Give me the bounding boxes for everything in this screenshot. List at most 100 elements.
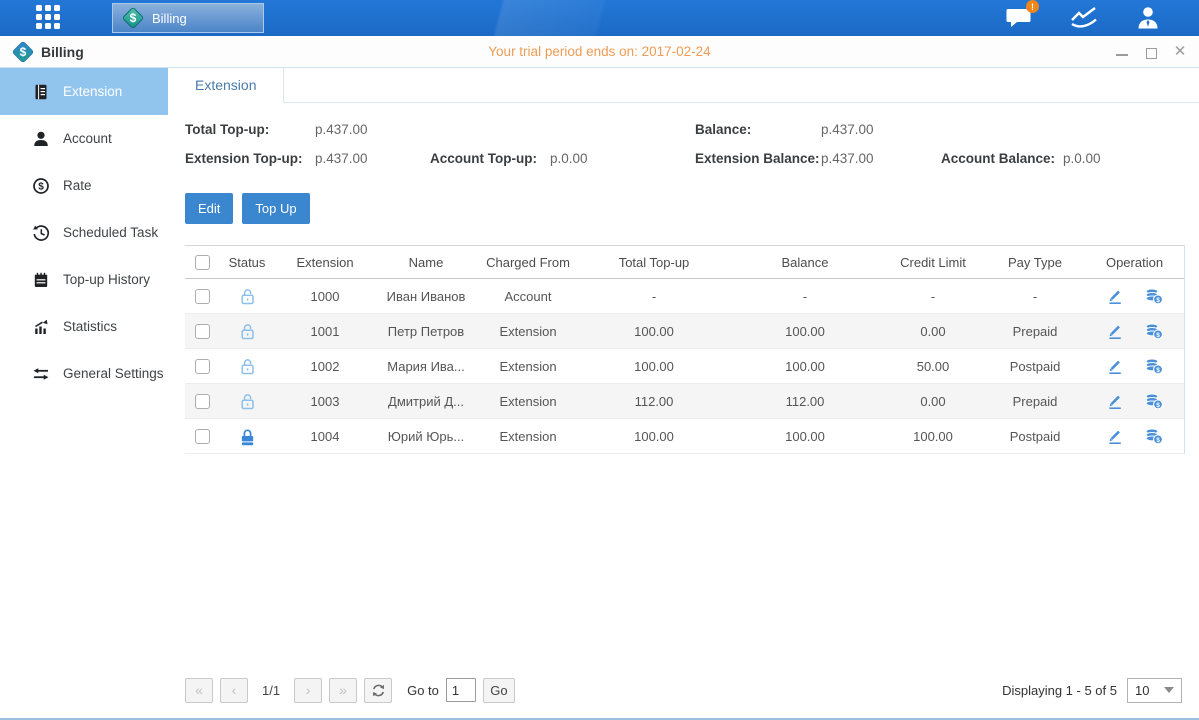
sidebar-item-statistics[interactable]: Statistics xyxy=(0,303,168,350)
top-up-row-icon[interactable]: $ xyxy=(1144,322,1163,340)
top-up-row-icon[interactable]: $ xyxy=(1144,357,1163,375)
cell-extension: 1004 xyxy=(275,419,375,454)
cell-name: Мария Ива... xyxy=(375,349,477,384)
line-chart-icon xyxy=(1069,5,1099,31)
goto-page-input[interactable] xyxy=(446,678,476,702)
person-icon xyxy=(1135,5,1161,31)
cell-charged-from: Account xyxy=(477,279,579,314)
svg-text:$: $ xyxy=(38,181,44,192)
account-balance-value: p.0.00 xyxy=(1063,151,1199,166)
next-page-button[interactable]: › xyxy=(294,678,322,703)
cell-credit-limit: 0.00 xyxy=(881,384,985,419)
billing-summary: Total Top-up: p.437.00 Balance: p.437.00… xyxy=(185,122,1199,166)
cell-charged-from: Extension xyxy=(477,349,579,384)
row-checkbox[interactable] xyxy=(195,394,210,409)
sidebar-item-label: Statistics xyxy=(63,319,117,334)
sidebar-item-scheduled-task[interactable]: Scheduled Task xyxy=(0,209,168,256)
extension-table: Status Extension Name Charged From Total… xyxy=(185,245,1185,454)
topup-history-icon xyxy=(32,271,50,289)
cell-extension: 1001 xyxy=(275,314,375,349)
table-row[interactable]: 1004 Юрий Юрь... Extension 100.00 100.00… xyxy=(185,419,1184,454)
main-panel: Extension Total Top-up: p.437.00 Balance… xyxy=(168,68,1199,718)
statistics-icon xyxy=(32,318,50,336)
maximize-button[interactable] xyxy=(1144,45,1158,59)
table-row[interactable]: 1001 Петр Петров Extension 100.00 100.00… xyxy=(185,314,1184,349)
extension-balance-label: Extension Balance: xyxy=(695,151,821,166)
page-size-select[interactable]: 10 xyxy=(1127,678,1182,703)
select-all-checkbox[interactable] xyxy=(195,255,210,270)
notification-badge: ! xyxy=(1026,0,1039,13)
top-up-row-icon[interactable]: $ xyxy=(1144,392,1163,410)
refresh-icon xyxy=(371,683,386,698)
row-checkbox[interactable] xyxy=(195,429,210,444)
minimize-button[interactable] xyxy=(1115,45,1129,59)
top-up-button[interactable]: Top Up xyxy=(242,193,309,224)
account-icon xyxy=(32,130,50,148)
edit-row-icon[interactable] xyxy=(1106,392,1124,410)
col-credit-limit: Credit Limit xyxy=(881,246,985,279)
cell-balance: 100.00 xyxy=(729,349,881,384)
cell-pay-type: Postpaid xyxy=(985,349,1085,384)
sidebar-item-label: Scheduled Task xyxy=(63,225,158,240)
col-status: Status xyxy=(219,246,275,279)
pagination-bar: « ‹ 1/1 › » Go to Go Displaying xyxy=(168,672,1199,718)
last-page-button[interactable]: » xyxy=(329,678,357,703)
total-topup-value: p.437.00 xyxy=(315,122,430,137)
balance-label: Balance: xyxy=(695,122,821,137)
cell-balance: - xyxy=(729,279,881,314)
go-button[interactable]: Go xyxy=(483,678,515,703)
col-name: Name xyxy=(375,246,477,279)
lock-open-icon xyxy=(239,322,256,341)
top-up-row-icon[interactable]: $ xyxy=(1144,287,1163,305)
row-checkbox[interactable] xyxy=(195,289,210,304)
cell-credit-limit: 100.00 xyxy=(881,419,985,454)
cell-pay-type: Prepaid xyxy=(985,384,1085,419)
first-page-button[interactable]: « xyxy=(185,678,213,703)
prev-page-button[interactable]: ‹ xyxy=(220,678,248,703)
cell-credit-limit: - xyxy=(881,279,985,314)
sidebar-item-extension[interactable]: Extension xyxy=(0,68,168,115)
balance-value: p.437.00 xyxy=(821,122,941,137)
cell-total-topup: 112.00 xyxy=(579,384,729,419)
top-up-row-icon[interactable]: $ xyxy=(1144,427,1163,445)
table-row[interactable]: 1003 Дмитрий Д... Extension 112.00 112.0… xyxy=(185,384,1184,419)
col-charged-from: Charged From xyxy=(477,246,579,279)
cell-pay-type: Prepaid xyxy=(985,314,1085,349)
sidebar-item-label: Top-up History xyxy=(63,272,150,287)
col-total-topup: Total Top-up xyxy=(579,246,729,279)
close-button[interactable]: ✕ xyxy=(1173,45,1187,59)
billing-app-icon: $ xyxy=(122,7,144,29)
rate-icon: $ xyxy=(32,177,50,195)
col-pay-type: Pay Type xyxy=(985,246,1085,279)
extension-topup-value: p.437.00 xyxy=(315,151,430,166)
app-launcher-icon[interactable] xyxy=(36,5,62,31)
edit-row-icon[interactable] xyxy=(1106,427,1124,445)
row-checkbox[interactable] xyxy=(195,324,210,339)
edit-button[interactable]: Edit xyxy=(185,193,233,224)
cell-total-topup: - xyxy=(579,279,729,314)
taskbar-tab-billing[interactable]: $ Billing xyxy=(112,3,264,33)
notifications-button[interactable]: ! xyxy=(1005,6,1033,30)
table-row[interactable]: 1002 Мария Ива... Extension 100.00 100.0… xyxy=(185,349,1184,384)
chevron-down-icon xyxy=(1164,687,1174,693)
sidebar-item-rate[interactable]: $ Rate xyxy=(0,162,168,209)
sidebar-item-label: Extension xyxy=(63,84,122,99)
sidebar-item-topup-history[interactable]: Top-up History xyxy=(0,256,168,303)
cell-charged-from: Extension xyxy=(477,419,579,454)
edit-row-icon[interactable] xyxy=(1106,322,1124,340)
sidebar-item-general-settings[interactable]: General Settings xyxy=(0,350,168,397)
user-account-button[interactable] xyxy=(1135,5,1161,31)
monitor-button[interactable] xyxy=(1069,5,1099,31)
billing-app-window: $ Billing ! xyxy=(0,0,1199,720)
extension-balance-value: p.437.00 xyxy=(821,151,941,166)
edit-row-icon[interactable] xyxy=(1106,287,1124,305)
cell-balance: 100.00 xyxy=(729,419,881,454)
cell-extension: 1002 xyxy=(275,349,375,384)
cell-charged-from: Extension xyxy=(477,384,579,419)
table-row[interactable]: 1000 Иван Иванов Account - - - - $ xyxy=(185,279,1184,314)
row-checkbox[interactable] xyxy=(195,359,210,374)
refresh-button[interactable] xyxy=(364,678,392,703)
sidebar-item-account[interactable]: Account xyxy=(0,115,168,162)
edit-row-icon[interactable] xyxy=(1106,357,1124,375)
tab-extension[interactable]: Extension xyxy=(168,68,284,103)
